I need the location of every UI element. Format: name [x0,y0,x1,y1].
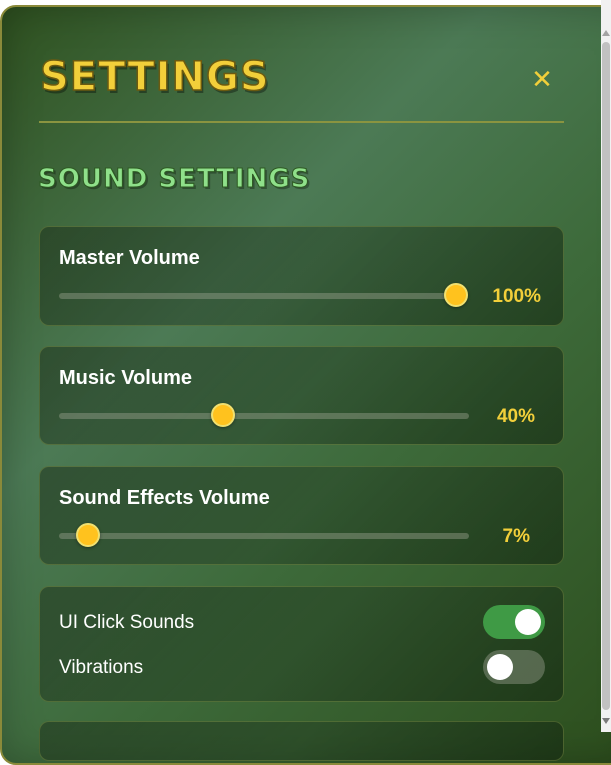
sound-settings-heading: SOUND SETTINGS [37,164,311,194]
sound-effects-volume-slider[interactable] [59,523,469,547]
master-volume-value: 100% [492,286,541,307]
music-volume-value: 40% [496,406,535,427]
scroll-up-arrow-icon[interactable] [602,30,610,36]
music-volume-slider[interactable] [59,403,469,427]
vibrations-row: Vibrations [59,650,545,684]
sound-effects-volume-label: Sound Effects Volume [59,487,270,509]
toggle-knob [515,609,541,635]
music-volume-card: Music Volume 40% [39,346,564,445]
music-volume-label: Music Volume [59,367,192,389]
master-volume-slider-thumb[interactable] [444,283,468,307]
master-volume-label: Master Volume [59,247,200,269]
toggles-card: UI Click Sounds Vibrations [39,586,564,702]
music-volume-slider-thumb[interactable] [211,403,235,427]
close-icon[interactable]: ✕ [526,64,558,96]
sound-effects-volume-card: Sound Effects Volume 7% [39,466,564,565]
ui-click-sounds-row: UI Click Sounds [59,605,545,639]
master-volume-card: Master Volume 100% [39,226,564,326]
sound-effects-volume-value: 7% [502,526,530,547]
scrollbar-thumb[interactable] [602,42,610,710]
ui-click-sounds-label: UI Click Sounds [59,612,195,633]
vibrations-label: Vibrations [59,657,144,678]
master-volume-slider[interactable] [59,283,468,307]
scroll-down-arrow-icon[interactable] [602,718,610,724]
vibrations-toggle[interactable] [483,650,545,684]
ui-click-sounds-toggle[interactable] [483,605,545,639]
sound-effects-volume-slider-thumb[interactable] [75,523,100,547]
toggle-knob [487,654,513,680]
title-divider [39,121,564,123]
next-settings-card [39,721,564,761]
settings-title: SETTINGS [39,54,270,100]
scrollbar[interactable] [601,0,611,732]
